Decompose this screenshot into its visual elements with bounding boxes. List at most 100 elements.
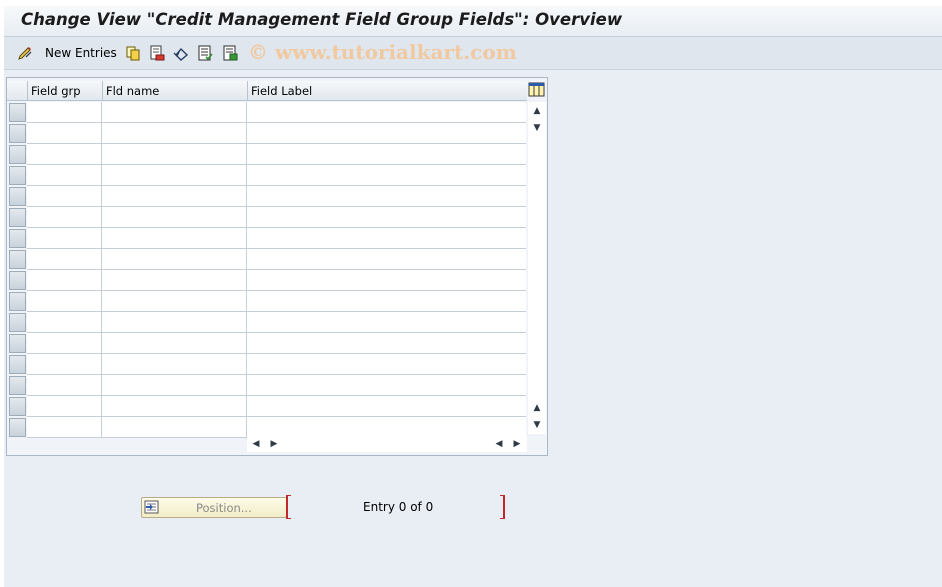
- scroll-right-end-icon[interactable]: ▶: [511, 438, 523, 450]
- table-cell[interactable]: [102, 165, 247, 185]
- table-cell[interactable]: [102, 312, 247, 332]
- scroll-down-icon[interactable]: ▲: [531, 402, 543, 414]
- table-cell[interactable]: [102, 417, 247, 437]
- delete-icon[interactable]: [149, 45, 165, 61]
- row-selector[interactable]: [9, 187, 26, 206]
- table-cell[interactable]: [247, 249, 526, 269]
- table-cell[interactable]: [247, 375, 526, 395]
- column-header-field-grp[interactable]: Field grp: [27, 81, 102, 101]
- table-cell[interactable]: [102, 144, 247, 164]
- table-cell[interactable]: [27, 144, 102, 164]
- table-cell[interactable]: [247, 228, 526, 248]
- row-selector[interactable]: [9, 145, 26, 164]
- table-cell[interactable]: [102, 102, 247, 122]
- table-cell[interactable]: [247, 396, 526, 416]
- table-cell[interactable]: [27, 102, 102, 122]
- table-cell[interactable]: [247, 186, 526, 206]
- table-row[interactable]: [27, 144, 526, 165]
- row-selector[interactable]: [9, 334, 26, 353]
- row-selector[interactable]: [9, 313, 26, 332]
- row-selector[interactable]: [9, 208, 26, 227]
- table-cell[interactable]: [247, 165, 526, 185]
- table-cell[interactable]: [102, 354, 247, 374]
- table-row[interactable]: [27, 207, 526, 228]
- table-cell[interactable]: [247, 144, 526, 164]
- scroll-left-icon[interactable]: ◀: [250, 438, 262, 450]
- table-cell[interactable]: [247, 312, 526, 332]
- table-cell[interactable]: [27, 333, 102, 353]
- table-cell[interactable]: [27, 228, 102, 248]
- table-cell[interactable]: [27, 312, 102, 332]
- row-selector[interactable]: [9, 397, 26, 416]
- new-entries-button[interactable]: New Entries: [45, 46, 117, 60]
- table-cell[interactable]: [27, 165, 102, 185]
- vertical-scrollbar[interactable]: ▲ ▼ ▲ ▼: [528, 102, 546, 434]
- table-row[interactable]: [27, 186, 526, 207]
- row-selector[interactable]: [9, 292, 26, 311]
- table-row[interactable]: [27, 228, 526, 249]
- table-cell[interactable]: [102, 249, 247, 269]
- table-cell[interactable]: [27, 270, 102, 290]
- table-cell[interactable]: [102, 186, 247, 206]
- table-row[interactable]: [27, 354, 526, 375]
- table-cell[interactable]: [102, 207, 247, 227]
- table-cell[interactable]: [247, 291, 526, 311]
- table-cell[interactable]: [247, 333, 526, 353]
- table-row[interactable]: [27, 312, 526, 333]
- row-selector[interactable]: [9, 355, 26, 374]
- table-cell[interactable]: [102, 270, 247, 290]
- table-cell[interactable]: [247, 102, 526, 122]
- row-selector[interactable]: [9, 229, 26, 248]
- scroll-up-icon[interactable]: ▼: [531, 122, 543, 134]
- position-button[interactable]: Position...: [141, 497, 287, 518]
- table-row[interactable]: [27, 165, 526, 186]
- scroll-left-end-icon[interactable]: ◀: [493, 438, 505, 450]
- table-row[interactable]: [27, 291, 526, 312]
- copy-icon[interactable]: [125, 45, 141, 61]
- table-cell[interactable]: [27, 291, 102, 311]
- table-cell[interactable]: [102, 375, 247, 395]
- deselect-all-icon[interactable]: [222, 45, 238, 61]
- table-cell[interactable]: [27, 123, 102, 143]
- row-selector[interactable]: [9, 250, 26, 269]
- row-selector[interactable]: [9, 271, 26, 290]
- table-cell[interactable]: [247, 417, 526, 437]
- row-selector[interactable]: [9, 166, 26, 185]
- table-row[interactable]: [27, 123, 526, 144]
- table-settings-icon[interactable]: [528, 81, 546, 99]
- table-row[interactable]: [27, 396, 526, 417]
- table-cell[interactable]: [27, 396, 102, 416]
- row-selector[interactable]: [9, 103, 26, 122]
- table-cell[interactable]: [247, 207, 526, 227]
- table-cell[interactable]: [102, 291, 247, 311]
- table-row[interactable]: [27, 102, 526, 123]
- table-row[interactable]: [27, 249, 526, 270]
- table-cell[interactable]: [102, 123, 247, 143]
- select-all-rows-cell[interactable]: [7, 81, 27, 101]
- table-cell[interactable]: [27, 417, 102, 437]
- table-cell[interactable]: [247, 354, 526, 374]
- scroll-page-up-icon[interactable]: ▲: [531, 105, 543, 117]
- table-cell[interactable]: [102, 333, 247, 353]
- horizontal-scrollbar[interactable]: ◀ ▶ ◀ ▶: [247, 436, 527, 452]
- table-cell[interactable]: [27, 186, 102, 206]
- table-row[interactable]: [27, 333, 526, 354]
- table-cell[interactable]: [27, 207, 102, 227]
- scroll-right-icon[interactable]: ▶: [268, 438, 280, 450]
- row-selector[interactable]: [9, 376, 26, 395]
- table-row[interactable]: [27, 417, 526, 438]
- table-cell[interactable]: [102, 228, 247, 248]
- row-selector[interactable]: [9, 418, 26, 437]
- select-all-icon[interactable]: [197, 45, 213, 61]
- table-row[interactable]: [27, 375, 526, 396]
- column-header-fld-name[interactable]: Fld name: [102, 81, 247, 101]
- table-cell[interactable]: [27, 249, 102, 269]
- scroll-page-down-icon[interactable]: ▼: [531, 419, 543, 431]
- undo-icon[interactable]: [173, 45, 189, 61]
- table-row[interactable]: [27, 270, 526, 291]
- edit-display-icon[interactable]: [17, 45, 33, 61]
- column-header-field-label[interactable]: Field Label: [247, 81, 527, 101]
- row-selector[interactable]: [9, 124, 26, 143]
- table-cell[interactable]: [27, 375, 102, 395]
- table-cell[interactable]: [247, 270, 526, 290]
